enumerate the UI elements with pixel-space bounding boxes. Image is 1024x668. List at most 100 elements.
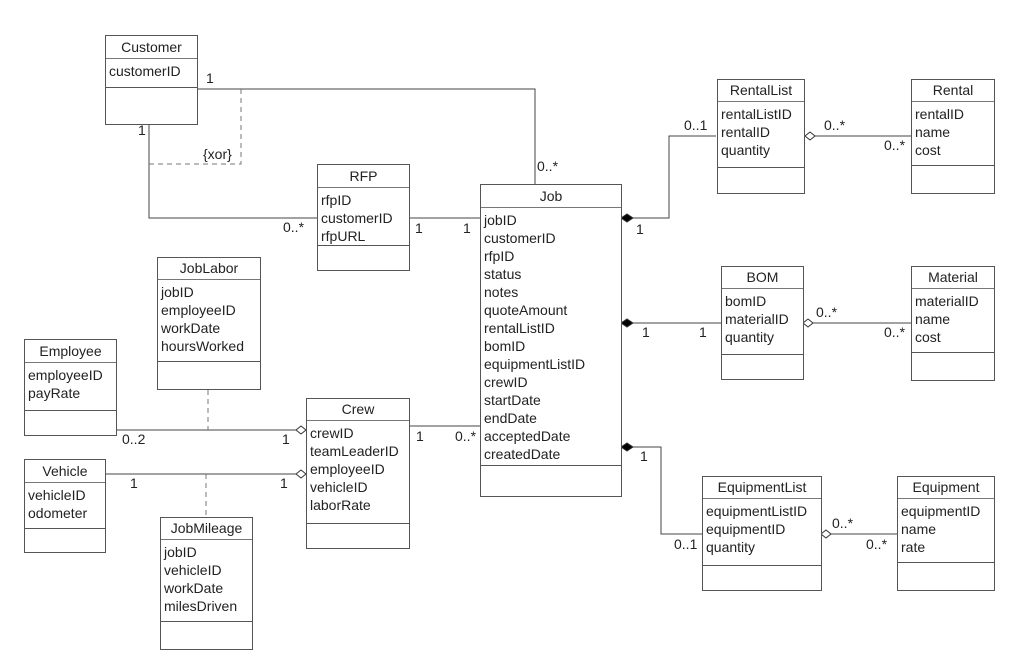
attribute: rentalID xyxy=(915,106,965,122)
multiplicity: 1 xyxy=(699,324,707,340)
attribute-list: equipmentListID equipmentID quantity xyxy=(703,499,821,566)
attribute: workDate xyxy=(161,320,221,336)
attribute: cost xyxy=(915,142,941,158)
attribute: equipmentID xyxy=(706,521,786,537)
attribute: rfpID xyxy=(321,192,352,208)
attribute: name xyxy=(915,124,951,140)
attribute: rfpURL xyxy=(321,228,366,244)
class-equipment[interactable]: Equipment equipmentID name rate xyxy=(897,476,995,591)
attribute: status xyxy=(484,266,522,282)
attribute: rentalListID xyxy=(484,320,555,336)
multiplicity: 1 xyxy=(206,70,214,86)
attribute-list: crewID teamLeaderID employeeID vehicleID lab… xyxy=(307,421,409,524)
attribute: employeeID xyxy=(161,302,236,318)
multiplicity: 0..* xyxy=(824,117,846,133)
class-name: Material xyxy=(912,267,994,289)
attribute: bomID xyxy=(484,338,526,354)
class-name: Customer xyxy=(106,36,197,59)
attribute: laborRate xyxy=(310,497,371,513)
class-vehicle[interactable]: Vehicle vehicleID odometer xyxy=(24,459,106,553)
attribute-list: vehicleID odometer xyxy=(25,483,105,529)
attribute: rentalID xyxy=(721,124,771,140)
multiplicity: 0..1 xyxy=(684,117,708,133)
class-bom[interactable]: BOM bomID materialID quantity xyxy=(721,266,804,380)
multiplicity: 1 xyxy=(636,221,644,237)
attribute-list: materialID name cost xyxy=(912,289,994,353)
class-name: RFP xyxy=(318,165,409,188)
class-rental[interactable]: Rental rentalID name cost xyxy=(911,79,995,194)
attribute-list: rfpID customerID rfpURL xyxy=(318,188,409,246)
attribute-list: rentalListID rentalID quantity xyxy=(718,102,804,168)
multiplicity: 0..* xyxy=(455,428,477,444)
attribute: workDate xyxy=(164,580,224,596)
multiplicity: 1 xyxy=(415,220,423,236)
multiplicity: 1 xyxy=(642,324,650,340)
attribute: endDate xyxy=(484,410,537,426)
attribute: customerID xyxy=(109,63,181,79)
composition-diamond-icon xyxy=(620,318,634,328)
multiplicity: 1 xyxy=(282,431,290,447)
attribute: odometer xyxy=(28,505,88,521)
multiplicity: 1 xyxy=(640,448,648,464)
attribute: name xyxy=(901,521,937,537)
attribute: bomID xyxy=(725,293,767,309)
class-rfp[interactable]: RFP rfpID customerID rfpURL xyxy=(317,164,410,271)
multiplicity: 1 xyxy=(138,122,146,138)
attribute-list: customerID xyxy=(106,59,197,88)
attribute: payRate xyxy=(28,385,81,401)
attribute: startDate xyxy=(484,392,541,408)
multiplicity: 0..* xyxy=(884,137,906,153)
attribute-list: bomID materialID quantity xyxy=(722,289,803,355)
class-customer[interactable]: Customer customerID xyxy=(105,35,198,125)
attribute: quantity xyxy=(725,329,775,345)
class-name: RentalList xyxy=(718,80,804,102)
class-name: Crew xyxy=(307,399,409,421)
class-name: JobMileage xyxy=(161,518,252,540)
multiplicity: 0..1 xyxy=(674,536,698,552)
aggregation-diamond-icon xyxy=(295,469,307,479)
attribute: equipmentID xyxy=(901,503,981,519)
attribute-list: employeeID payRate xyxy=(25,363,116,411)
assoc-job-equipmentlist xyxy=(627,446,702,535)
attribute: customerID xyxy=(321,210,393,226)
multiplicity: 0..* xyxy=(283,219,305,235)
attribute: milesDriven xyxy=(164,598,238,614)
class-crew[interactable]: Crew crewID teamLeaderID employeeID vehicle… xyxy=(306,398,410,549)
attribute-list: jobID customerID rfpID status notes quoteAmou… xyxy=(481,208,621,466)
attribute: rate xyxy=(901,539,926,555)
attribute: createdDate xyxy=(484,446,561,462)
class-material[interactable]: Material materialID name cost xyxy=(911,266,995,381)
multiplicity: 1 xyxy=(416,428,424,444)
class-name: BOM xyxy=(722,267,803,289)
assoc-customer-rfp xyxy=(148,124,317,219)
class-equipmentlist[interactable]: EquipmentList equipmentListID equipmentID… xyxy=(702,476,822,591)
class-joblabor[interactable]: JobLabor jobID employeeID workDate hoursWor… xyxy=(157,257,261,390)
attribute: quantity xyxy=(721,142,771,158)
attribute: hoursWorked xyxy=(161,338,245,354)
class-jobmileage[interactable]: JobMileage jobID vehicleID workDate milesDr… xyxy=(160,517,253,650)
composition-diamond-icon xyxy=(620,213,634,223)
attribute: jobID xyxy=(484,212,517,228)
class-employee[interactable]: Employee employeeID payRate xyxy=(24,339,117,436)
attribute: crewID xyxy=(310,425,354,441)
multiplicity: 0..* xyxy=(832,515,854,531)
class-job[interactable]: Job jobID customerID rfpID status notes quote… xyxy=(480,184,622,497)
multiplicity: 1 xyxy=(280,475,288,491)
class-name: JobLabor xyxy=(158,258,260,280)
attribute-list: jobID employeeID workDate hoursWorked xyxy=(158,280,260,362)
multiplicity: 0..* xyxy=(816,304,838,320)
attribute: equipmentListID xyxy=(706,503,808,519)
attribute: employeeID xyxy=(310,461,385,477)
assoc-job-rentallist xyxy=(627,135,716,219)
attribute: name xyxy=(915,311,951,327)
aggregation-diamond-icon xyxy=(295,425,307,435)
attribute-list: jobID vehicleID workDate milesDriven xyxy=(161,540,252,622)
class-name: Employee xyxy=(25,340,116,363)
xor-constraint-label: {xor} xyxy=(203,146,232,162)
attribute: cost xyxy=(915,329,941,345)
class-rentallist[interactable]: RentalList rentalListID rentalID quantity xyxy=(717,79,805,194)
attribute: vehicleID xyxy=(310,479,368,495)
class-name: Vehicle xyxy=(25,460,105,483)
attribute-list: rentalID name cost xyxy=(912,102,994,166)
multiplicity: 0..* xyxy=(537,158,559,174)
